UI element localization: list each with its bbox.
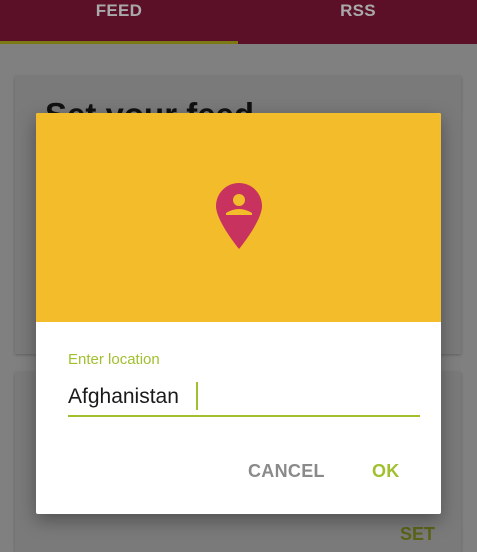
location-input[interactable] [68,380,420,414]
tab-feed[interactable]: FEED [0,0,238,44]
location-pin-person-icon [216,183,262,249]
tab-bar: FEED RSS [0,0,477,44]
location-field-underline [68,415,420,417]
ok-button[interactable]: OK [372,459,400,483]
location-dialog: Enter location CANCEL OK [36,113,441,514]
location-field-label: Enter location [68,351,160,368]
cancel-button[interactable]: CANCEL [248,459,325,483]
text-caret [196,382,198,410]
set-button[interactable]: SET [400,524,435,545]
tab-rss[interactable]: RSS [239,0,477,44]
tab-indicator [0,41,238,44]
dialog-header [36,113,441,322]
